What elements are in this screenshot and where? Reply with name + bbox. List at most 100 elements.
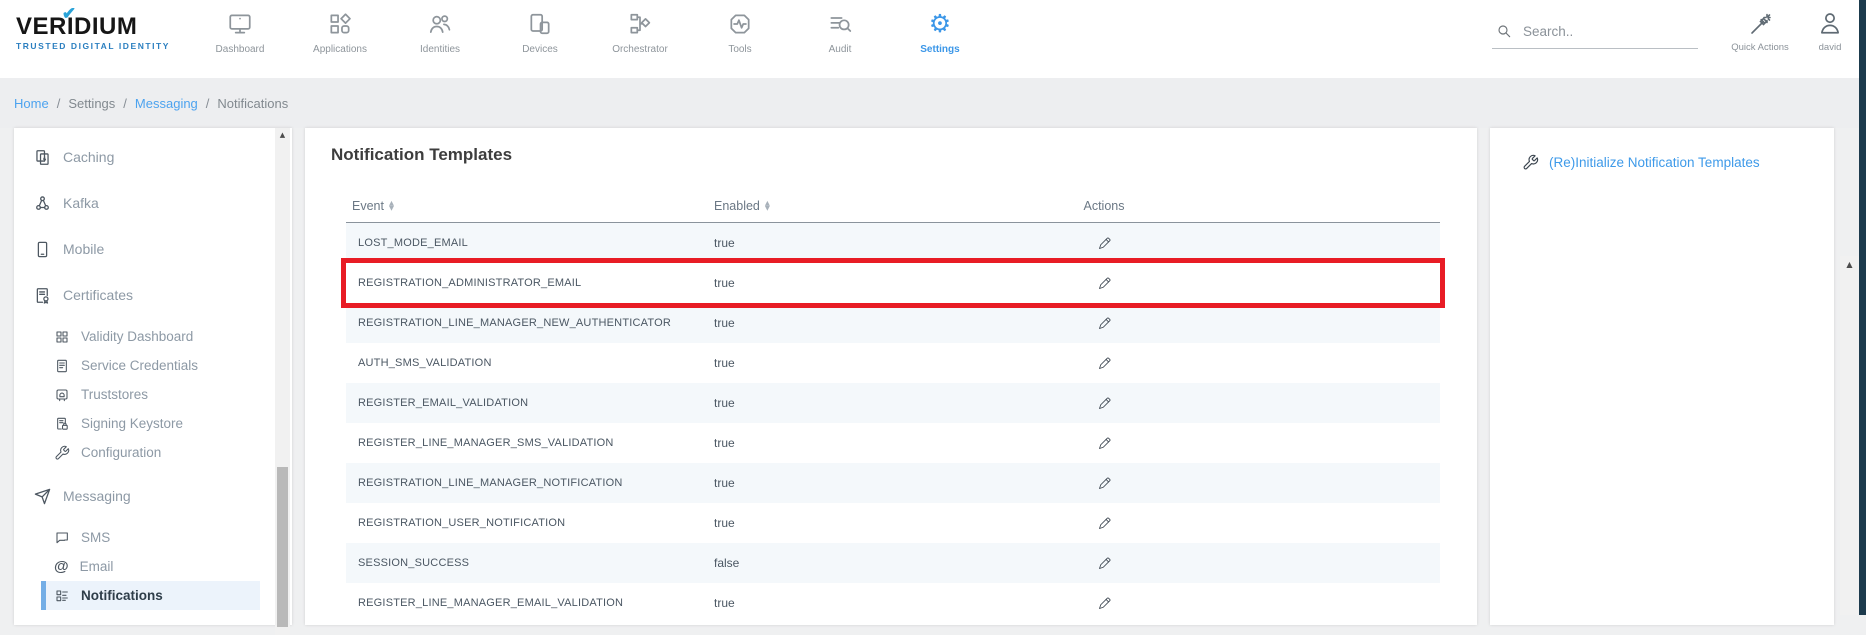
kafka-icon <box>33 194 52 213</box>
certificates-icon <box>33 286 52 305</box>
table-row-session_success: SESSION_SUCCESSfalse <box>346 543 1440 583</box>
edit-button[interactable] <box>1095 594 1114 613</box>
user-name-label: david <box>1804 42 1856 53</box>
edit-button[interactable] <box>1095 234 1114 253</box>
sidebar-item-service-credentials[interactable]: Service Credentials <box>41 351 260 380</box>
logo-tagline: TRUSTED DIGITAL IDENTITY <box>16 41 170 51</box>
search-input[interactable] <box>1523 24 1683 39</box>
sidebar-item-signing-keystore[interactable]: Signing Keystore <box>41 409 260 438</box>
pencil-icon <box>1097 316 1112 331</box>
sort-icon[interactable]: ▲▼ <box>765 201 770 211</box>
wrench-icon <box>1522 154 1539 171</box>
table-row-lost_mode_email: LOST_MODE_EMAILtrue <box>346 223 1440 263</box>
pencil-icon <box>1097 476 1112 491</box>
pencil-icon <box>1097 556 1112 571</box>
nav-label-audit: Audit <box>829 44 852 55</box>
sidebar-item-kafka[interactable]: Kafka <box>14 180 260 226</box>
scroll-up-icon[interactable]: ▲ <box>1840 256 1859 273</box>
chat-bubble-icon <box>54 530 70 546</box>
quick-actions-button[interactable]: Quick Actions <box>1720 12 1800 53</box>
settings-menu: CachingKafkaMobileCertificates Validity D… <box>14 128 260 610</box>
edit-button[interactable] <box>1095 474 1114 493</box>
column-header-event[interactable]: Event ▲▼ <box>346 199 714 213</box>
pencil-icon <box>1097 276 1112 291</box>
sidebar-item-validity-dashboard[interactable]: Validity Dashboard <box>41 322 260 351</box>
sidebar-item-sms[interactable]: SMS <box>41 523 260 552</box>
edit-button[interactable] <box>1095 514 1114 533</box>
sidebar-scrollbar-thumb[interactable] <box>277 467 288 627</box>
enabled-cell: false <box>714 556 904 570</box>
pencil-icon <box>1097 596 1112 611</box>
table-body: LOST_MODE_EMAILtrueREGISTRATION_ADMINIST… <box>346 223 1440 623</box>
sidebar-scrollbar[interactable]: ▲ <box>275 128 290 635</box>
audit-icon <box>827 11 853 37</box>
nav-item-audit[interactable]: Audit <box>790 7 890 55</box>
nav-item-devices[interactable]: Devices <box>490 7 590 55</box>
edit-button[interactable] <box>1095 274 1114 293</box>
nav-item-dashboard[interactable]: Dashboard <box>190 7 290 55</box>
sidebar-item-label: Configuration <box>81 445 161 460</box>
enabled-cell: true <box>714 356 904 370</box>
pencil-icon <box>1097 356 1112 371</box>
sort-icon[interactable]: ▲▼ <box>389 201 394 211</box>
settings-sidebar: CachingKafkaMobileCertificates Validity D… <box>14 128 292 625</box>
keystore-lock-icon <box>54 416 70 432</box>
user-menu-button[interactable]: david <box>1804 10 1856 53</box>
sidebar-item-truststores[interactable]: Truststores <box>41 380 260 409</box>
nav-item-applications[interactable]: Applications <box>290 7 390 55</box>
breadcrumb-item-home[interactable]: Home <box>14 96 49 111</box>
sidebar-item-label: Validity Dashboard <box>81 329 193 344</box>
event-cell: SESSION_SUCCESS <box>346 557 714 569</box>
reinitialize-templates-link[interactable]: (Re)Initialize Notification Templates <box>1522 154 1760 171</box>
reinitialize-templates-label: (Re)Initialize Notification Templates <box>1549 155 1760 170</box>
sidebar-item-label: Notifications <box>81 588 163 603</box>
sidebar-item-label: SMS <box>81 530 110 545</box>
nav-item-settings[interactable]: ⚙ Settings <box>890 7 990 55</box>
breadcrumb-item-messaging[interactable]: Messaging <box>135 96 198 111</box>
sidebar-item-caching[interactable]: Caching <box>14 134 260 180</box>
gear-icon: ⚙ <box>929 11 951 37</box>
table-row-register_line_manager_sms_validation: REGISTER_LINE_MANAGER_SMS_VALIDATIONtrue <box>346 423 1440 463</box>
tools-icon <box>727 11 753 37</box>
pencil-icon <box>1097 436 1112 451</box>
edit-button[interactable] <box>1095 314 1114 333</box>
table-row-auth_sms_validation: AUTH_SMS_VALIDATIONtrue <box>346 343 1440 383</box>
table-row-register_email_validation: REGISTER_EMAIL_VALIDATIONtrue <box>346 383 1440 423</box>
edit-button[interactable] <box>1095 354 1114 373</box>
sidebar-item-notifications[interactable]: Notifications <box>41 581 260 610</box>
column-label: Event <box>352 199 384 213</box>
nav-label-tools: Tools <box>728 44 751 55</box>
nav-item-tools[interactable]: Tools <box>690 7 790 55</box>
enabled-cell: true <box>714 516 904 530</box>
veridium-logo[interactable]: VER✔IDIUM TRUSTED DIGITAL IDENTITY <box>16 14 170 51</box>
nav-item-orchestrator[interactable]: Orchestrator <box>590 7 690 55</box>
document-icon <box>54 358 70 374</box>
column-header-actions: Actions <box>904 199 1304 213</box>
event-cell: AUTH_SMS_VALIDATION <box>346 357 714 369</box>
page-scrollbar[interactable]: ▲ <box>1840 256 1859 615</box>
sidebar-item-certificates[interactable]: Certificates <box>14 272 260 318</box>
scroll-up-icon[interactable]: ▲ <box>275 128 290 143</box>
enabled-cell: true <box>714 596 904 610</box>
wrench-icon <box>54 445 70 461</box>
edit-button[interactable] <box>1095 394 1114 413</box>
nav-label-applications: Applications <box>313 44 367 55</box>
top-navigation: Dashboard Applications Identities DevicesOr… <box>190 7 990 55</box>
breadcrumb-separator: / <box>206 96 210 111</box>
sidebar-item-mobile[interactable]: Mobile <box>14 226 260 272</box>
sidebar-item-messaging[interactable]: Messaging <box>14 473 260 519</box>
safe-icon <box>54 387 70 403</box>
column-header-enabled[interactable]: Enabled▲▼ <box>714 199 904 213</box>
sidebar-item-configuration[interactable]: Configuration <box>41 438 260 467</box>
nav-label-identities: Identities <box>420 44 460 55</box>
enabled-cell: true <box>714 236 904 250</box>
edit-button[interactable] <box>1095 434 1114 453</box>
event-cell: REGISTRATION_USER_NOTIFICATION <box>346 517 714 529</box>
sidebar-item-email[interactable]: @Email <box>41 552 260 581</box>
edit-button[interactable] <box>1095 554 1114 573</box>
event-cell: REGISTRATION_LINE_MANAGER_NOTIFICATION <box>346 477 714 489</box>
nav-item-identities[interactable]: Identities <box>390 7 490 55</box>
nav-label-settings: Settings <box>920 44 959 55</box>
paper-plane-icon <box>33 487 52 506</box>
table-row-registration_line_manager_notification: REGISTRATION_LINE_MANAGER_NOTIFICATIONtr… <box>346 463 1440 503</box>
